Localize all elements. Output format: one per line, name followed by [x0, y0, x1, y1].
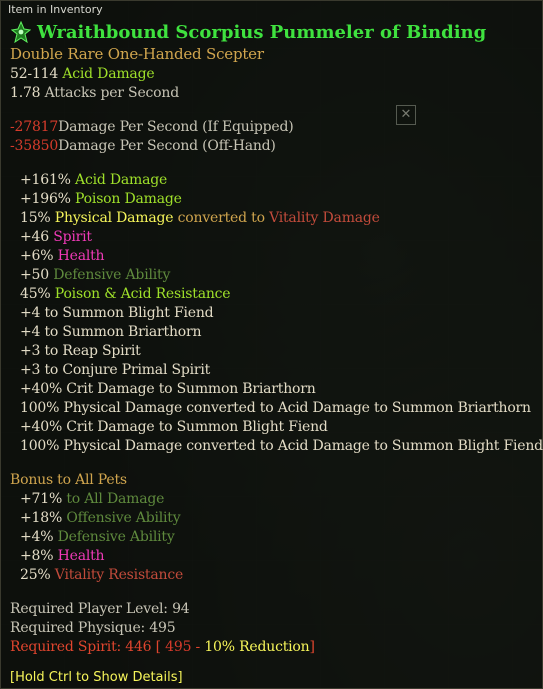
- stat-label: Acid Damage: [75, 172, 168, 188]
- damage-range: 52-114: [10, 66, 59, 82]
- dps-value: -27817: [10, 119, 59, 135]
- dps-offhand: -35850Damage Per Second (Off-Hand): [10, 137, 276, 155]
- item-name: Wraithbound Scorpius Pummeler of Binding: [37, 21, 487, 43]
- stat-value: +6%: [20, 248, 54, 264]
- tooltip-header: Item in Inventory: [8, 3, 103, 16]
- req-spirit-reduction: 10% Reduction: [204, 639, 310, 655]
- stat-value: 15%: [20, 210, 51, 226]
- stat-label: Poison & Acid Resistance: [54, 286, 231, 302]
- req-spirit: Required Spirit: 446 [ 495 - 10% Reducti…: [10, 638, 315, 656]
- aps-value: 1.78: [10, 85, 41, 101]
- stat-label: Health: [57, 548, 105, 564]
- dps-label: Damage Per Second (If Equipped): [58, 119, 294, 135]
- stat-to: Vitality Damage: [269, 210, 380, 226]
- pet-offensive-ability: +18% Offensive Ability: [20, 509, 181, 527]
- pet-defensive-ability: +4% Defensive Ability: [20, 528, 175, 546]
- req-physique: Required Physique: 495: [10, 620, 176, 636]
- stat-spirit: +46 Spirit: [20, 228, 92, 246]
- stat-label: Offensive Ability: [66, 510, 181, 526]
- stat-label: Defensive Ability: [57, 529, 175, 545]
- stat-health: +6% Health: [20, 247, 105, 265]
- skill-bonus: +3 to Reap Spirit: [20, 343, 141, 359]
- skill-bonus: 100% Physical Damage converted to Acid D…: [20, 438, 543, 454]
- skill-bonus: +40% Crit Damage to Summon Blight Fiend: [20, 419, 328, 435]
- stat-value: +196%: [20, 191, 71, 207]
- skill-bonus: +4 to Summon Briarthorn: [20, 324, 202, 340]
- stat-value: 45%: [20, 286, 51, 302]
- stat-from: Physical Damage: [54, 210, 174, 226]
- req-spirit-sep: -: [191, 639, 205, 655]
- hold-ctrl-hint: [Hold Ctrl to Show Details]: [10, 670, 183, 685]
- skill-bonus: 100% Physical Damage converted to Acid D…: [20, 400, 531, 416]
- mythic-item-icon: [11, 21, 31, 43]
- dps-equipped: -27817Damage Per Second (If Equipped): [10, 118, 294, 136]
- req-spirit-base: 495: [165, 639, 192, 655]
- stat-label: Defensive Ability: [53, 267, 171, 283]
- stat-resistance: 45% Poison & Acid Resistance: [20, 285, 231, 303]
- stat-label: Spirit: [53, 229, 92, 245]
- stat-value: 25%: [20, 567, 51, 583]
- pet-all-damage: +71% to All Damage: [20, 490, 164, 508]
- stat-value: +18%: [20, 510, 63, 526]
- stat-acid-damage: +161% Acid Damage: [20, 171, 167, 189]
- item-title-row: Wraithbound Scorpius Pummeler of Binding: [11, 18, 486, 46]
- aps-label: Attacks per Second: [44, 85, 180, 101]
- stat-mid: converted to: [177, 210, 265, 226]
- pet-bonus-heading: Bonus to All Pets: [10, 472, 127, 488]
- damage-type: Acid Damage: [62, 66, 155, 82]
- attack-speed: 1.78 Attacks per Second: [10, 84, 179, 102]
- stat-label: Poison Damage: [75, 191, 182, 207]
- stat-label: Vitality Resistance: [54, 567, 184, 583]
- stat-value: +46: [20, 229, 49, 245]
- base-damage: 52-114 Acid Damage: [10, 65, 155, 83]
- skill-bonus: +4 to Summon Blight Fiend: [20, 305, 214, 321]
- req-level: Required Player Level: 94: [10, 601, 190, 617]
- item-tooltip: Item in Inventory ✕ Wraithbound Scorpius…: [0, 0, 543, 689]
- pet-health: +8% Health: [20, 547, 105, 565]
- stat-label: to All Damage: [66, 491, 165, 507]
- stat-conversion: 15% Physical Damage converted to Vitalit…: [20, 209, 380, 227]
- req-spirit-close: ]: [309, 639, 315, 655]
- stat-value: +161%: [20, 172, 71, 188]
- stat-label: Health: [57, 248, 105, 264]
- item-type: Double Rare One-Handed Scepter: [10, 45, 264, 63]
- dps-label: Damage Per Second (Off-Hand): [58, 138, 276, 154]
- dps-value: -35850: [10, 138, 59, 154]
- req-spirit-prefix: Required Spirit: 446 [: [10, 639, 166, 655]
- stat-value: +50: [20, 267, 49, 283]
- stat-value: +4%: [20, 529, 54, 545]
- pet-vitality-resistance: 25% Vitality Resistance: [20, 566, 183, 584]
- stat-value: +8%: [20, 548, 54, 564]
- skill-bonus: +3 to Conjure Primal Spirit: [20, 362, 211, 378]
- skill-bonus: +40% Crit Damage to Summon Briarthorn: [20, 381, 316, 397]
- stat-value: +71%: [20, 491, 63, 507]
- close-icon[interactable]: ✕: [396, 105, 416, 125]
- stat-defensive-ability: +50 Defensive Ability: [20, 266, 170, 284]
- stat-poison-damage: +196% Poison Damage: [20, 190, 182, 208]
